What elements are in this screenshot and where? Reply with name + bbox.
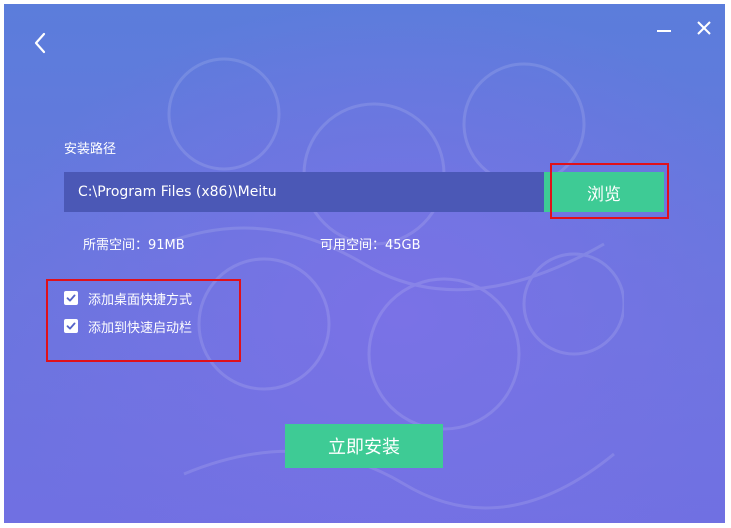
minimize-button[interactable] — [654, 19, 676, 41]
checkmark-icon — [66, 294, 76, 302]
install-path-label: 安装路径 — [64, 142, 117, 157]
available-space-text: 可用空间：45GB — [320, 238, 421, 253]
close-button[interactable] — [693, 17, 715, 39]
desktop-shortcut-checkbox[interactable] — [64, 291, 78, 305]
desktop-shortcut-option[interactable]: 添加桌面快捷方式 — [64, 288, 192, 308]
close-icon — [697, 21, 711, 35]
quick-launch-option[interactable]: 添加到快速启动栏 — [64, 316, 192, 336]
quick-launch-label: 添加到快速启动栏 — [88, 320, 193, 336]
minimize-icon — [657, 30, 671, 32]
installer-window: 安装路径 浏览 所需空间：91MB 可用空间：45GB 添加桌面快捷方式 添加到… — [4, 4, 725, 523]
browse-button[interactable]: 浏览 — [544, 172, 664, 212]
install-now-button[interactable]: 立即安装 — [285, 424, 443, 468]
required-space-text: 所需空间：91MB — [83, 238, 185, 253]
back-button[interactable] — [28, 28, 54, 58]
checkmark-icon — [66, 322, 76, 330]
chevron-left-icon — [34, 32, 46, 54]
install-path-input[interactable] — [64, 172, 544, 212]
desktop-shortcut-label: 添加桌面快捷方式 — [88, 292, 193, 308]
quick-launch-checkbox[interactable] — [64, 319, 78, 333]
